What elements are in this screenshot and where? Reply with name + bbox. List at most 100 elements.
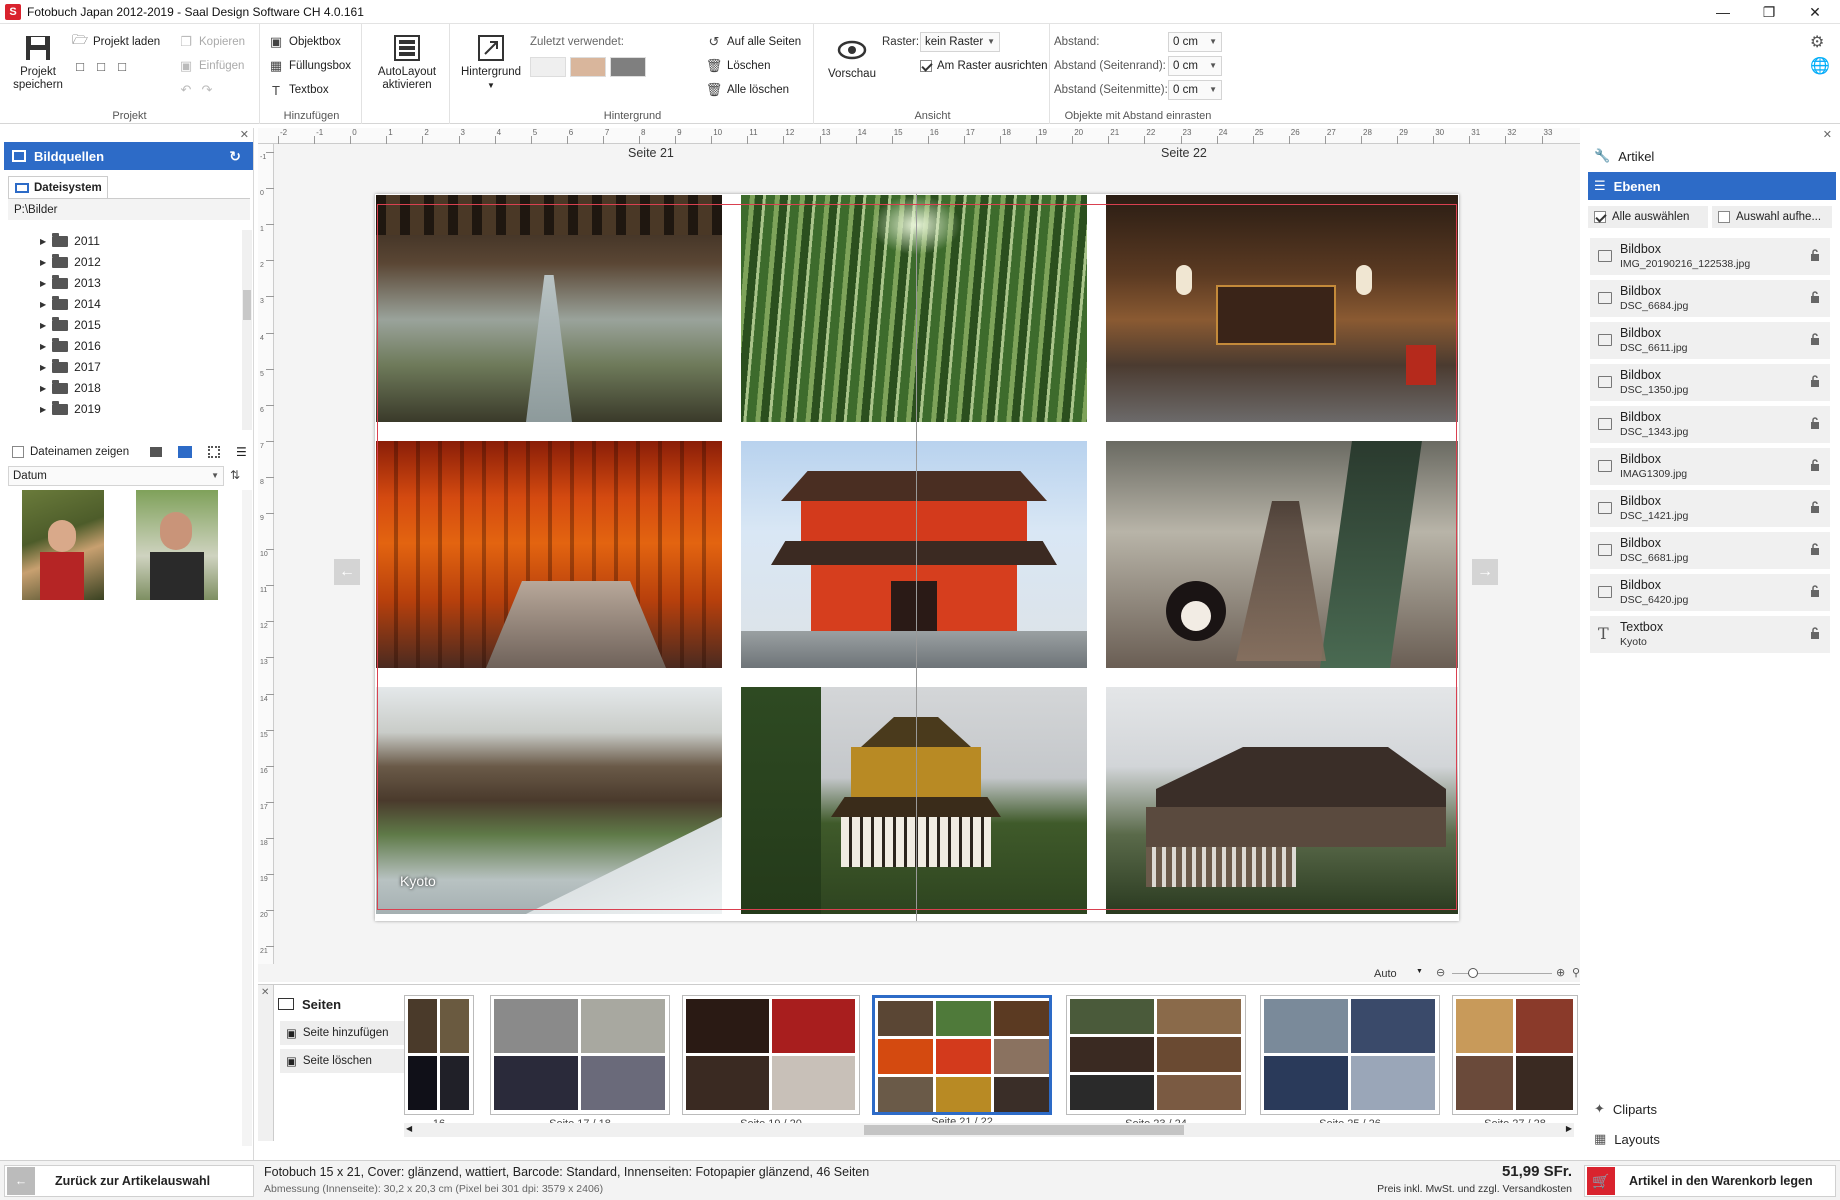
chevron-right-icon[interactable]: ▶ xyxy=(40,321,46,330)
tree-item-2014[interactable]: ▶ 2014 xyxy=(40,295,101,311)
chevron-right-icon[interactable]: ▶ xyxy=(40,279,46,288)
tab-ebenen[interactable]: ☰ Ebenen xyxy=(1588,172,1836,200)
tree-item-2011[interactable]: ▶ 2011 xyxy=(40,232,100,248)
layer-item[interactable]: Bildbox IMG_20190216_122538.jpg xyxy=(1590,238,1830,276)
tab-cliparts[interactable]: ✦ Cliparts xyxy=(1588,1096,1836,1122)
path-field[interactable]: P:\Bilder xyxy=(8,198,250,220)
show-names-checkbox[interactable] xyxy=(12,446,24,458)
chevron-right-icon[interactable]: ▶ xyxy=(40,258,46,267)
sort-select[interactable]: Datum ▼ xyxy=(8,466,224,486)
layer-item[interactable]: Bildbox DSC_1343.jpg xyxy=(1590,406,1830,444)
unlock-icon[interactable] xyxy=(1810,627,1820,639)
color-swatch[interactable] xyxy=(610,57,646,77)
tab-artikel[interactable]: 🔧 Artikel xyxy=(1588,142,1836,170)
next-page-arrow-icon[interactable]: → xyxy=(1472,559,1498,585)
back-button[interactable]: ← Zurück zur Artikelauswahl xyxy=(4,1165,254,1197)
hintergrund-button[interactable]: Hintergrund ▼ xyxy=(456,32,526,92)
autolayout-button[interactable]: AutoLayout aktivieren xyxy=(370,32,444,92)
chevron-right-icon[interactable]: ▶ xyxy=(40,363,46,372)
photo-kiyomizu-dera[interactable] xyxy=(1106,687,1458,914)
chevron-right-icon[interactable]: ▶ xyxy=(40,300,46,309)
page-spread[interactable]: Kyoto xyxy=(375,194,1459,921)
chevron-right-icon[interactable]: ▶ xyxy=(40,237,46,246)
unlock-icon[interactable] xyxy=(1810,375,1820,387)
project-save-button[interactable]: Projekt speichern xyxy=(10,32,66,92)
view-small-icon[interactable] xyxy=(208,446,220,458)
view-medium-icon[interactable] xyxy=(178,446,192,458)
pages-scrollbar[interactable]: ◀ ▶ xyxy=(404,1123,1574,1137)
zoom-label[interactable]: Auto xyxy=(1374,968,1397,980)
chevron-down-icon[interactable]: ▼ xyxy=(1416,968,1423,975)
new-page-icon[interactable]: □ xyxy=(72,58,88,74)
globe-icon[interactable]: 🌐 xyxy=(1810,56,1830,76)
fuellungsbox-button[interactable]: ▦ Füllungsbox xyxy=(268,58,351,74)
add-to-cart-button[interactable]: 🛒 Artikel in den Warenkorb legen xyxy=(1584,1165,1836,1197)
layer-item[interactable]: Bildbox DSC_6684.jpg xyxy=(1590,280,1830,318)
sort-direction-icon[interactable]: ⇅ xyxy=(230,468,240,482)
photo-covered-walkway[interactable] xyxy=(376,195,722,422)
background-delete-button[interactable]: 🗑 Löschen xyxy=(706,58,771,74)
view-large-icon[interactable] xyxy=(150,447,162,457)
scroll-left-icon[interactable]: ◀ xyxy=(406,1124,412,1133)
preview-button[interactable]: Vorschau xyxy=(822,34,882,81)
align-grid-checkbox[interactable]: Am Raster ausrichten xyxy=(920,60,1048,72)
caption-kyoto[interactable]: Kyoto xyxy=(400,873,436,889)
unlock-icon[interactable] xyxy=(1810,459,1820,471)
layer-item[interactable]: Bildbox DSC_6420.jpg xyxy=(1590,574,1830,612)
redo-icon[interactable]: ↷ xyxy=(199,82,215,98)
page-thumbnail[interactable]: Seite 17 / 18 xyxy=(490,995,670,1130)
layer-item[interactable]: Bildbox IMAG1309.jpg xyxy=(1590,448,1830,486)
unlock-icon[interactable] xyxy=(1810,417,1820,429)
zoom-out-icon[interactable]: ⊖ xyxy=(1436,966,1445,979)
prev-page-arrow-icon[interactable]: ← xyxy=(334,559,360,585)
minimize-button[interactable]: — xyxy=(1700,0,1746,24)
restore-button[interactable]: ❐ xyxy=(1746,0,1792,24)
view-list-icon[interactable]: ☰ xyxy=(236,445,247,459)
unlock-icon[interactable] xyxy=(1810,543,1820,555)
seitenrand-select[interactable]: 0 cm ▼ xyxy=(1168,56,1222,76)
page-thumbnail[interactable]: Seite 21 / 22 xyxy=(872,995,1052,1128)
project-load-button[interactable]: 🗁 Projekt laden xyxy=(72,32,160,50)
tree-item-2017[interactable]: ▶ 2017 xyxy=(40,358,101,374)
select-all-button[interactable]: Alle auswählen xyxy=(1588,206,1708,228)
copy-button[interactable]: ❐ Kopieren xyxy=(178,34,245,50)
photo-kinkakuji[interactable] xyxy=(741,687,1087,914)
seitenmitte-select[interactable]: 0 cm ▼ xyxy=(1168,80,1222,100)
close-button[interactable]: ✕ xyxy=(1792,0,1838,24)
refresh-icon[interactable]: ↻ xyxy=(229,148,241,165)
page-thumbnail[interactable]: Seite 19 / 20 xyxy=(682,995,860,1130)
unlock-icon[interactable] xyxy=(1810,585,1820,597)
photo-escalator-crowd[interactable] xyxy=(1106,441,1458,668)
objektbox-button[interactable]: ▣ Objektbox xyxy=(268,34,341,50)
image-thumbnail[interactable] xyxy=(136,490,218,600)
page-thumbnail[interactable]: 16 xyxy=(404,995,474,1130)
export-pdf-icon[interactable]: □ xyxy=(114,58,130,74)
tree-scrollbar[interactable] xyxy=(242,230,252,430)
layer-item[interactable]: Bildbox DSC_6681.jpg xyxy=(1590,532,1830,570)
unlock-icon[interactable] xyxy=(1810,291,1820,303)
chevron-right-icon[interactable]: ▶ xyxy=(40,405,46,414)
tree-item-2019[interactable]: ▶ 2019 xyxy=(40,400,101,416)
page-thumbnail[interactable]: Seite 27 / 28 xyxy=(1452,995,1578,1130)
chevron-right-icon[interactable]: ▶ xyxy=(40,384,46,393)
add-page-button[interactable]: ▣ Seite hinzufügen xyxy=(280,1021,410,1045)
abstand-select[interactable]: 0 cm ▼ xyxy=(1168,32,1222,52)
chevron-right-icon[interactable]: ▶ xyxy=(40,342,46,351)
delete-page-button[interactable]: ▣ Seite löschen xyxy=(280,1049,410,1073)
layer-item[interactable]: Bildbox DSC_1350.jpg xyxy=(1590,364,1830,402)
scroll-right-icon[interactable]: ▶ xyxy=(1566,1124,1572,1133)
photo-bamboo-forest[interactable] xyxy=(741,195,1087,422)
paste-button[interactable]: ▣ Einfügen xyxy=(178,58,245,74)
layer-item[interactable]: Bildbox DSC_6611.jpg xyxy=(1590,322,1830,360)
zoom-slider-handle[interactable] xyxy=(1468,968,1478,978)
unlock-icon[interactable] xyxy=(1810,501,1820,513)
export-page-icon[interactable]: □ xyxy=(93,58,109,74)
zoom-slider[interactable] xyxy=(1452,973,1552,974)
undo-icon[interactable]: ↶ xyxy=(178,82,194,98)
background-delete-all-button[interactable]: 🗑 Alle löschen xyxy=(706,82,789,98)
photo-fushimi-gate[interactable] xyxy=(741,441,1087,668)
fit-zoom-icon[interactable]: ⚲ xyxy=(1572,966,1580,979)
scroll-thumb[interactable] xyxy=(864,1125,1184,1135)
photo-kamo-river[interactable]: Kyoto xyxy=(376,687,722,914)
tree-item-2012[interactable]: ▶ 2012 xyxy=(40,253,101,269)
